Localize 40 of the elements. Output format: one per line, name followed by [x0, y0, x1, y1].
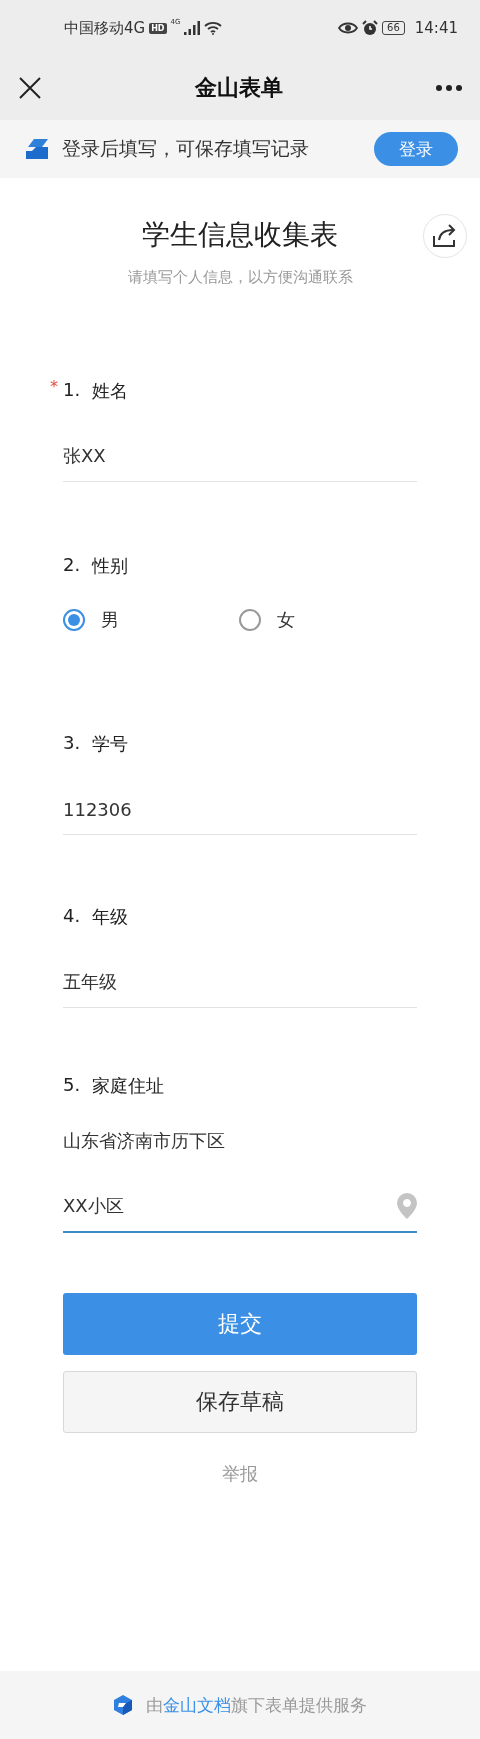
question-number: 5. — [63, 1074, 81, 1097]
text-field[interactable]: 张XX — [63, 431, 417, 482]
share-icon — [432, 224, 458, 248]
text-field[interactable]: XX小区 — [63, 1181, 417, 1233]
save-draft-button[interactable]: 保存草稿 — [63, 1371, 417, 1433]
question-label: 学号 — [92, 732, 129, 756]
close-icon[interactable] — [18, 76, 42, 100]
required-mark: * — [50, 377, 58, 396]
eye-icon — [338, 22, 359, 34]
question-number: 4. — [63, 905, 81, 928]
question-number: 1. — [63, 379, 81, 402]
share-button[interactable] — [423, 214, 467, 258]
wifi-icon — [204, 21, 223, 35]
question-number: 3. — [63, 732, 81, 755]
status-time: 14:41 — [414, 19, 458, 37]
radio-option[interactable]: 男 — [63, 608, 239, 632]
battery-indicator: 66 — [382, 21, 405, 35]
question-label: 年级 — [92, 905, 129, 929]
question-label: 姓名 — [92, 379, 129, 403]
form-title: 学生信息收集表 — [142, 217, 338, 253]
login-hint: 登录后填写，可保存填写记录 — [62, 136, 310, 161]
text-field[interactable]: 112306 — [63, 784, 417, 835]
text-field[interactable]: 五年级 — [63, 957, 417, 1008]
alarm-icon — [362, 20, 379, 36]
region-value[interactable]: 山东省济南市历下区 — [63, 1129, 417, 1153]
radio-circle[interactable] — [239, 609, 261, 631]
radio-option[interactable]: 女 — [239, 608, 415, 632]
more-icon[interactable] — [436, 85, 462, 91]
footer-text: 由金山文档旗下表单提供服务 — [145, 1693, 367, 1717]
form-subtitle: 请填写个人信息，以方便沟通联系 — [127, 268, 353, 287]
signal-icon — [184, 21, 201, 35]
question-number: 2. — [63, 554, 81, 577]
cube-logo-icon — [113, 1695, 132, 1715]
nav-title: 金山表单 — [195, 74, 283, 102]
question-label: 家庭住址 — [92, 1074, 165, 1098]
app-logo-icon — [26, 139, 48, 159]
radio-circle[interactable] — [63, 609, 85, 631]
question-label: 性别 — [92, 554, 129, 578]
hd-badge: HD — [149, 22, 167, 34]
carrier-label: 中国移动4G — [64, 18, 146, 38]
